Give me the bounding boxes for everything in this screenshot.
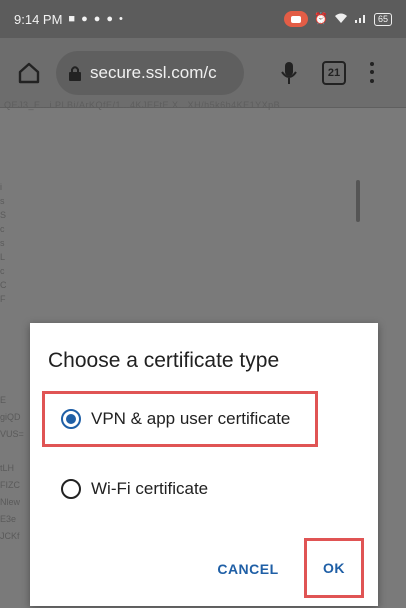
- fragment: S: [0, 210, 7, 220]
- ok-button[interactable]: OK: [304, 538, 364, 598]
- home-button[interactable]: [12, 56, 46, 90]
- dialog-title: Choose a certificate type: [48, 349, 280, 372]
- record-icon: [284, 11, 309, 27]
- fragment: c: [0, 266, 5, 276]
- url-text: secure.ssl.com/c: [90, 62, 217, 82]
- lock-icon: [69, 65, 81, 81]
- fragment: [0, 443, 30, 460]
- tab-count: 21: [327, 66, 341, 79]
- background-page-text: QEJ3_E...i.PLBi/ArKQfE/1...4KJEFtE.X...X…: [4, 100, 281, 110]
- video-icon: ■: [68, 12, 76, 25]
- signal-icon: [354, 12, 368, 27]
- fragment: tLH: [0, 463, 15, 473]
- fragment: s: [0, 196, 5, 206]
- url-bar[interactable]: secure.ssl.com/c: [56, 50, 244, 95]
- certificate-type-dialog: Choose a certificate type VPN & app user…: [30, 323, 378, 606]
- option-label: VPN & app user certificate: [91, 409, 291, 428]
- more-notifications-icon: •: [119, 12, 123, 25]
- messenger-icon-3: ●: [106, 12, 114, 25]
- background-fragments-bottom: E giQD VUS= tLH FIZC Nlew E3e JCKf: [0, 392, 30, 545]
- status-bar: 9:14 PM ■ ● ● ● • ⏰ 65: [0, 0, 406, 38]
- fragment: i: [0, 182, 2, 192]
- status-time: 9:14 PM: [14, 11, 63, 27]
- fragment: F: [0, 294, 6, 304]
- fragment: JCKf: [0, 531, 20, 541]
- fragment: E: [0, 395, 7, 405]
- fragment: FIZC: [0, 480, 20, 490]
- fragment: giQD: [0, 412, 21, 422]
- menu-icon[interactable]: [364, 60, 380, 86]
- home-icon: [18, 62, 40, 83]
- background-fragments-top: i s S c s L c C F: [0, 180, 10, 306]
- battery-icon: 65: [373, 12, 392, 26]
- fragment: C: [0, 280, 7, 290]
- radio-button-selected[interactable]: [61, 409, 81, 429]
- radio-button[interactable]: [61, 479, 81, 499]
- status-right: ⏰ 65: [284, 11, 392, 27]
- option-wifi-certificate[interactable]: Wi-Fi certificate: [42, 461, 208, 517]
- status-left: 9:14 PM ■ ● ● ● •: [14, 12, 123, 27]
- cancel-button[interactable]: CANCEL: [208, 549, 288, 589]
- option-vpn-app-certificate[interactable]: VPN & app user certificate: [42, 391, 318, 447]
- option-label: Wi-Fi certificate: [91, 479, 209, 498]
- messenger-icon-2: ●: [93, 12, 101, 25]
- messenger-icon: ●: [81, 12, 88, 25]
- fragment: s: [0, 238, 5, 248]
- fragment: c: [0, 224, 5, 234]
- wifi-icon: [334, 12, 348, 27]
- mic-icon: [281, 61, 297, 84]
- page-scrollbar[interactable]: [356, 180, 360, 222]
- fragment: Nlew: [0, 497, 21, 507]
- fragment: VUS=: [0, 429, 24, 439]
- tabs-button[interactable]: 21: [322, 60, 346, 85]
- alarm-icon: ⏰: [314, 12, 328, 25]
- browser-toolbar: secure.ssl.com/c 21: [0, 38, 406, 108]
- fragment: E3e: [0, 514, 17, 524]
- fragment: L: [0, 252, 6, 262]
- voice-search-button[interactable]: [274, 58, 304, 88]
